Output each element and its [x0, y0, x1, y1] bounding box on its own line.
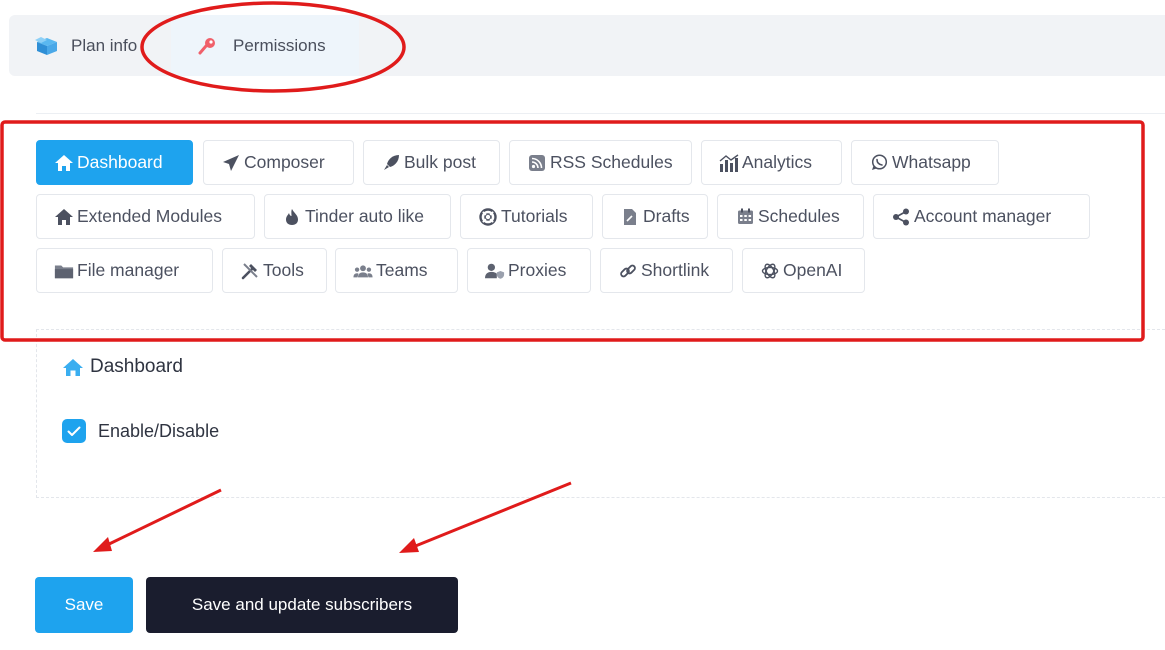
module-label: Composer [244, 152, 325, 172]
module-label: Whatsapp [892, 152, 971, 172]
module-shortlink[interactable]: Shortlink [600, 248, 733, 293]
module-label: Teams [376, 260, 428, 280]
save-button[interactable]: Save [35, 577, 133, 633]
home-icon [54, 153, 74, 173]
module-drafts[interactable]: Drafts [602, 194, 708, 239]
home-icon [62, 356, 86, 378]
calendar-icon [735, 207, 755, 227]
panel-title: Dashboard [62, 356, 183, 378]
rocket-icon [381, 153, 401, 173]
module-label: Drafts [643, 206, 690, 226]
annotation-overlay [0, 1, 1145, 553]
user-shield-icon [485, 261, 505, 281]
home-icon [54, 207, 74, 227]
module-label: Account manager [914, 206, 1052, 226]
module-label: File manager [77, 260, 180, 280]
divider [36, 113, 1165, 114]
module-bulk-post[interactable]: Bulk post [363, 140, 500, 185]
module-dashboard[interactable]: Dashboard [36, 140, 193, 185]
pushpin-icon [197, 36, 223, 56]
tab-plan-info-label: Plan info [71, 35, 138, 55]
panel-title-text: Dashboard [90, 356, 183, 377]
module-schedules[interactable]: Schedules [717, 194, 864, 239]
module-label: Extended Modules [77, 206, 222, 226]
lifebuoy-icon [478, 207, 498, 227]
tab-bar: Plan info Permissions [9, 15, 1165, 76]
module-rss-schedules[interactable]: RSS Schedules [509, 140, 692, 185]
module-file-manager[interactable]: File manager [36, 248, 213, 293]
module-label: Tools [263, 260, 304, 280]
module-label: Analytics [742, 152, 813, 172]
users-icon [353, 261, 373, 281]
module-tools[interactable]: Tools [222, 248, 327, 293]
permission-panel: Dashboard Enable/Disable [36, 329, 1165, 498]
openai-icon [760, 261, 780, 281]
rss-icon [527, 153, 547, 173]
enable-disable-toggle[interactable]: Enable/Disable [62, 419, 219, 443]
whatsapp-icon [869, 153, 889, 173]
tab-plan-info[interactable]: Plan info [35, 15, 145, 76]
flame-icon [282, 207, 302, 227]
tools-icon [240, 261, 260, 281]
save-and-update-subscribers-button[interactable]: Save and update subscribers [146, 577, 458, 633]
module-account-manager[interactable]: Account manager [873, 194, 1090, 239]
tab-permissions[interactable]: Permissions [171, 15, 359, 76]
module-label: Dashboard [77, 152, 163, 172]
chart-icon [719, 153, 739, 173]
link-icon [618, 261, 638, 281]
paper-plane-icon [221, 153, 241, 173]
module-label: Tinder auto like [305, 206, 424, 226]
annotation-arrow-save [93, 488, 222, 552]
module-label: Tutorials [501, 206, 568, 226]
enable-checkbox[interactable] [62, 419, 86, 443]
module-label: Proxies [508, 260, 567, 280]
module-label: Shortlink [641, 260, 710, 280]
module-extended-modules[interactable]: Extended Modules [36, 194, 255, 239]
module-tutorials[interactable]: Tutorials [460, 194, 593, 239]
module-composer[interactable]: Composer [203, 140, 354, 185]
module-label: Schedules [758, 206, 840, 226]
file-icon [620, 207, 640, 227]
box-icon [35, 36, 61, 56]
folder-icon [54, 261, 74, 281]
module-whatsapp[interactable]: Whatsapp [851, 140, 999, 185]
module-label: RSS Schedules [550, 152, 673, 172]
module-proxies[interactable]: Proxies [467, 248, 591, 293]
tab-permissions-label: Permissions [233, 35, 326, 55]
module-label: Bulk post [404, 152, 476, 172]
enable-disable-label: Enable/Disable [98, 420, 220, 441]
module-tinder-auto-like[interactable]: Tinder auto like [264, 194, 451, 239]
share-icon [891, 207, 911, 227]
module-analytics[interactable]: Analytics [701, 140, 842, 185]
module-teams[interactable]: Teams [335, 248, 458, 293]
module-openai[interactable]: OpenAI [742, 248, 865, 293]
module-label: OpenAI [783, 260, 843, 280]
